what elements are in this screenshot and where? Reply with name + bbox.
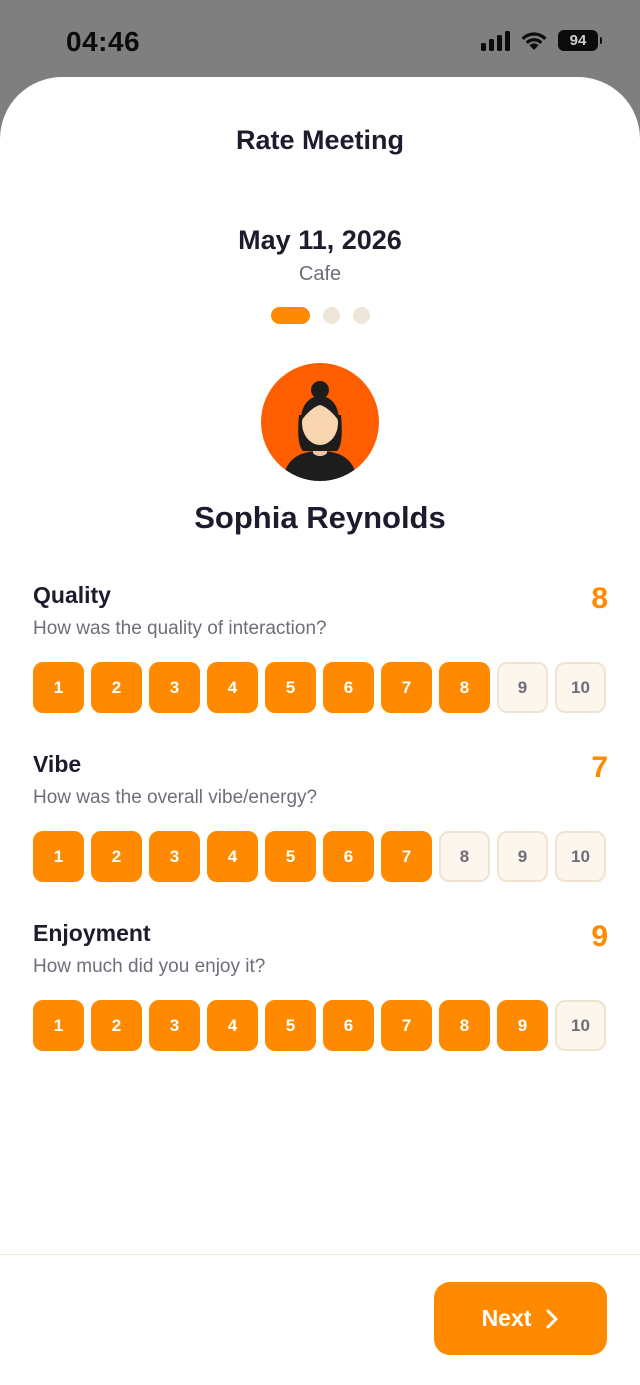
next-button[interactable]: Next [434,1282,607,1355]
rating-option-8[interactable]: 8 [439,831,490,882]
page-indicator [271,307,370,324]
rating-option-1[interactable]: 1 [33,1000,84,1051]
status-time: 04:46 [66,26,141,57]
rating-option-10[interactable]: 10 [555,831,606,882]
rating-option-5[interactable]: 5 [265,1000,316,1051]
rating-option-6[interactable]: 6 [323,1000,374,1051]
page-dot [353,307,370,324]
rating-scale: 1 2 3 4 5 6 7 8 9 10 [33,831,606,882]
avatar [261,363,379,481]
rating-option-3[interactable]: 3 [149,662,200,713]
next-label: Next [481,1305,532,1331]
rating-question: How much did you enjoy it? [33,956,266,977]
rating-option-6[interactable]: 6 [323,662,374,713]
meeting-date: May 11, 2026 [238,225,402,255]
page-dot-active [271,307,310,324]
rating-option-7[interactable]: 7 [381,662,432,713]
rating-value: 8 [591,582,608,615]
rating-option-9[interactable]: 9 [497,831,548,882]
rating-option-4[interactable]: 4 [207,1000,258,1051]
rating-option-2[interactable]: 2 [91,1000,142,1051]
rating-option-10[interactable]: 10 [555,1000,606,1051]
rating-question: How was the overall vibe/energy? [33,787,318,808]
rating-option-10[interactable]: 10 [555,662,606,713]
rating-option-8[interactable]: 8 [439,662,490,713]
sheet-title: Rate Meeting [235,125,405,155]
rating-scale: 1 2 3 4 5 6 7 8 9 10 [33,1000,606,1051]
cellular-signal-icon [481,30,510,51]
rating-label: Quality [33,582,111,608]
status-bar: 04:46 94 [0,0,640,80]
rating-option-2[interactable]: 2 [91,831,142,882]
rating-option-1[interactable]: 1 [33,831,84,882]
rating-label: Vibe [33,751,82,777]
footer-divider [0,1254,640,1255]
rating-label: Enjoyment [33,920,151,946]
rating-enjoyment: Enjoyment How much did you enjoy it? 9 1… [33,920,608,1051]
rate-meeting-sheet: Rate Meeting May 11, 2026 Cafe Sophia Re… [0,77,640,1385]
status-icons: 94 [481,30,602,51]
meeting-place: Cafe [298,263,342,285]
battery-icon: 94 [558,30,602,51]
wifi-icon [520,30,548,51]
rating-option-3[interactable]: 3 [149,1000,200,1051]
rating-option-3[interactable]: 3 [149,831,200,882]
rating-question: How was the quality of interaction? [33,618,327,639]
rating-option-4[interactable]: 4 [207,662,258,713]
person-name: Sophia Reynolds [194,500,446,535]
rating-quality: Quality How was the quality of interacti… [33,582,608,713]
rating-value: 9 [591,920,608,953]
rating-scale: 1 2 3 4 5 6 7 8 9 10 [33,662,606,713]
rating-option-6[interactable]: 6 [323,831,374,882]
rating-value: 7 [591,751,608,784]
rating-option-5[interactable]: 5 [265,831,316,882]
rating-option-2[interactable]: 2 [91,662,142,713]
rating-option-1[interactable]: 1 [33,662,84,713]
rating-vibe: Vibe How was the overall vibe/energy? 7 … [33,751,608,882]
rating-option-7[interactable]: 7 [381,1000,432,1051]
rating-option-9[interactable]: 9 [497,662,548,713]
rating-option-7[interactable]: 7 [381,831,432,882]
woman-avatar-icon [283,381,357,481]
page-dot [323,307,340,324]
rating-option-9[interactable]: 9 [497,1000,548,1051]
chevron-right-icon [546,1309,558,1328]
rating-option-4[interactable]: 4 [207,831,258,882]
rating-option-5[interactable]: 5 [265,662,316,713]
rating-option-8[interactable]: 8 [439,1000,490,1051]
